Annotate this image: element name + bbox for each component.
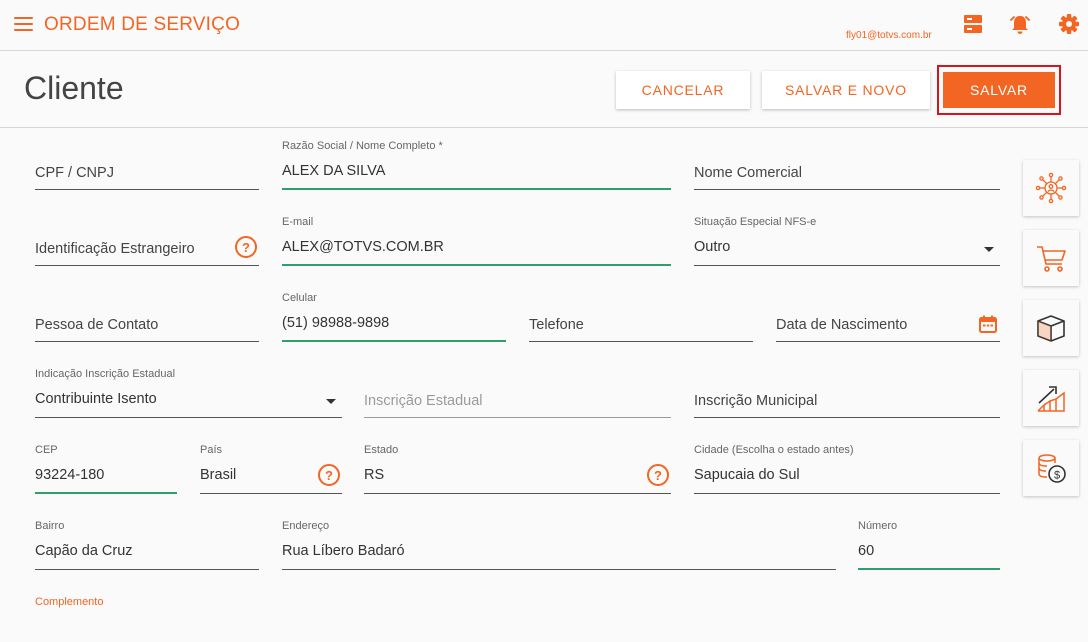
side-cart-button[interactable] [1023, 230, 1079, 286]
network-user-icon [1035, 172, 1067, 204]
coins-dollar-icon: $ [1038, 454, 1066, 483]
data-nascimento-placeholder: Data de Nascimento [776, 317, 908, 333]
shopping-cart-icon [1037, 246, 1066, 272]
package-box-icon [1037, 315, 1065, 342]
cpf-cnpj-placeholder: CPF / CNPJ [35, 165, 114, 181]
page-title: Cliente [24, 70, 124, 106]
pais-value: Brasil [200, 467, 237, 483]
celular-label: Celular [282, 292, 317, 304]
alarm-bell-icon[interactable] [1009, 13, 1031, 35]
situacao-nfse-select[interactable]: Situação Especial NFS-e Outro [694, 216, 1000, 266]
endereco-field[interactable]: Endereço Rua Líbero Badaró [282, 520, 836, 570]
estado-field[interactable]: Estado RS ? [364, 444, 671, 494]
telefone-placeholder: Telefone [529, 317, 584, 333]
gear-icon[interactable] [1058, 13, 1080, 35]
pessoa-contato-field[interactable]: Pessoa de Contato [35, 292, 259, 342]
razao-social-field[interactable]: Razão Social / Nome Completo * ALEX DA S… [282, 140, 671, 190]
cidade-value: Sapucaia do Sul [694, 467, 800, 483]
email-label: E-mail [282, 216, 314, 228]
help-icon[interactable]: ? [647, 464, 669, 486]
cep-label: CEP [35, 444, 58, 456]
help-icon[interactable]: ? [318, 464, 340, 486]
cancel-button[interactable]: CANCELAR [616, 71, 750, 109]
estado-label: Estado [364, 444, 399, 456]
razao-social-label: Razão Social / Nome Completo * [282, 140, 443, 152]
save-and-new-button[interactable]: SALVAR E NOVO [762, 71, 930, 109]
identificacao-estrangeiro-field[interactable]: Identificação Estrangeiro ? [35, 216, 259, 266]
pais-field[interactable]: País Brasil ? [200, 444, 342, 494]
side-network-button[interactable] [1023, 160, 1079, 216]
bairro-label: Bairro [35, 520, 65, 532]
situacao-nfse-label: Situação Especial NFS-e [694, 216, 817, 228]
hamburger-menu-icon[interactable] [14, 17, 33, 32]
pais-label: País [200, 444, 223, 456]
pessoa-contato-placeholder: Pessoa de Contato [35, 317, 159, 333]
email-field[interactable]: E-mail ALEX@TOTVS.COM.BR [282, 216, 671, 266]
inscricao-estadual-field[interactable]: Inscrição Estadual [364, 368, 671, 418]
identificacao-estrangeiro-placeholder: Identificação Estrangeiro [35, 241, 195, 257]
bairro-value: Capão da Cruz [35, 543, 133, 559]
indicacao-ie-value: Contribuinte Isento [35, 391, 157, 407]
indicacao-ie-select[interactable]: Indicação Inscrição Estadual Contribuint… [35, 368, 342, 418]
dropdown-caret-icon[interactable] [984, 247, 994, 252]
inscricao-municipal-placeholder: Inscrição Municipal [694, 393, 818, 409]
numero-field[interactable]: Número 60 [858, 520, 1000, 570]
calendar-icon[interactable] [978, 314, 998, 334]
email-value: ALEX@TOTVS.COM.BR [282, 239, 444, 255]
user-email[interactable]: fly01@totvs.com.br [846, 30, 932, 41]
indicacao-ie-label: Indicação Inscrição Estadual [35, 368, 176, 380]
page-header: Cliente CANCELAR SALVAR E NOVO SALVAR [0, 52, 1088, 128]
telefone-field[interactable]: Telefone [529, 292, 753, 342]
cep-field[interactable]: CEP 93224-180 [35, 444, 177, 494]
inscricao-municipal-field[interactable]: Inscrição Municipal [694, 368, 1000, 418]
razao-social-value: ALEX DA SILVA [282, 163, 386, 179]
cpf-cnpj-field[interactable]: CPF / CNPJ [35, 140, 259, 190]
save-button[interactable]: SALVAR [943, 72, 1055, 108]
side-product-button[interactable] [1023, 300, 1079, 356]
numero-value: 60 [858, 543, 875, 559]
growth-chart-icon [1037, 386, 1065, 412]
situacao-nfse-value: Outro [694, 239, 731, 255]
dropdown-caret-icon[interactable] [326, 399, 336, 404]
inscricao-estadual-placeholder: Inscrição Estadual [364, 393, 483, 409]
app-title: ORDEM DE SERVIÇO [44, 14, 241, 35]
nome-comercial-field[interactable]: Nome Comercial [694, 140, 1000, 190]
cidade-field[interactable]: Cidade (Escolha o estado antes) Sapucaia… [694, 444, 1000, 494]
nome-comercial-placeholder: Nome Comercial [694, 165, 802, 181]
celular-value: (51) 98988-9898 [282, 315, 390, 331]
top-bar: ORDEM DE SERVIÇO fly01@totvs.com.br [0, 0, 1088, 51]
cidade-label: Cidade (Escolha o estado antes) [694, 444, 854, 456]
estado-value: RS [364, 467, 385, 483]
cep-value: 93224-180 [35, 467, 105, 483]
svg-text:$: $ [1054, 470, 1060, 482]
numero-label: Número [858, 520, 898, 532]
bairro-field[interactable]: Bairro Capão da Cruz [35, 520, 259, 570]
celular-field[interactable]: Celular (51) 98988-9898 [282, 292, 506, 342]
server-icon[interactable] [962, 13, 984, 35]
help-icon[interactable]: ? [235, 236, 257, 258]
endereco-label: Endereço [282, 520, 330, 532]
endereco-value: Rua Líbero Badaró [282, 543, 405, 559]
complemento-label[interactable]: Complemento [35, 596, 103, 608]
side-finance-button[interactable]: $ [1023, 440, 1079, 496]
data-nascimento-field[interactable]: Data de Nascimento [776, 292, 1000, 342]
side-growth-button[interactable] [1023, 370, 1079, 426]
